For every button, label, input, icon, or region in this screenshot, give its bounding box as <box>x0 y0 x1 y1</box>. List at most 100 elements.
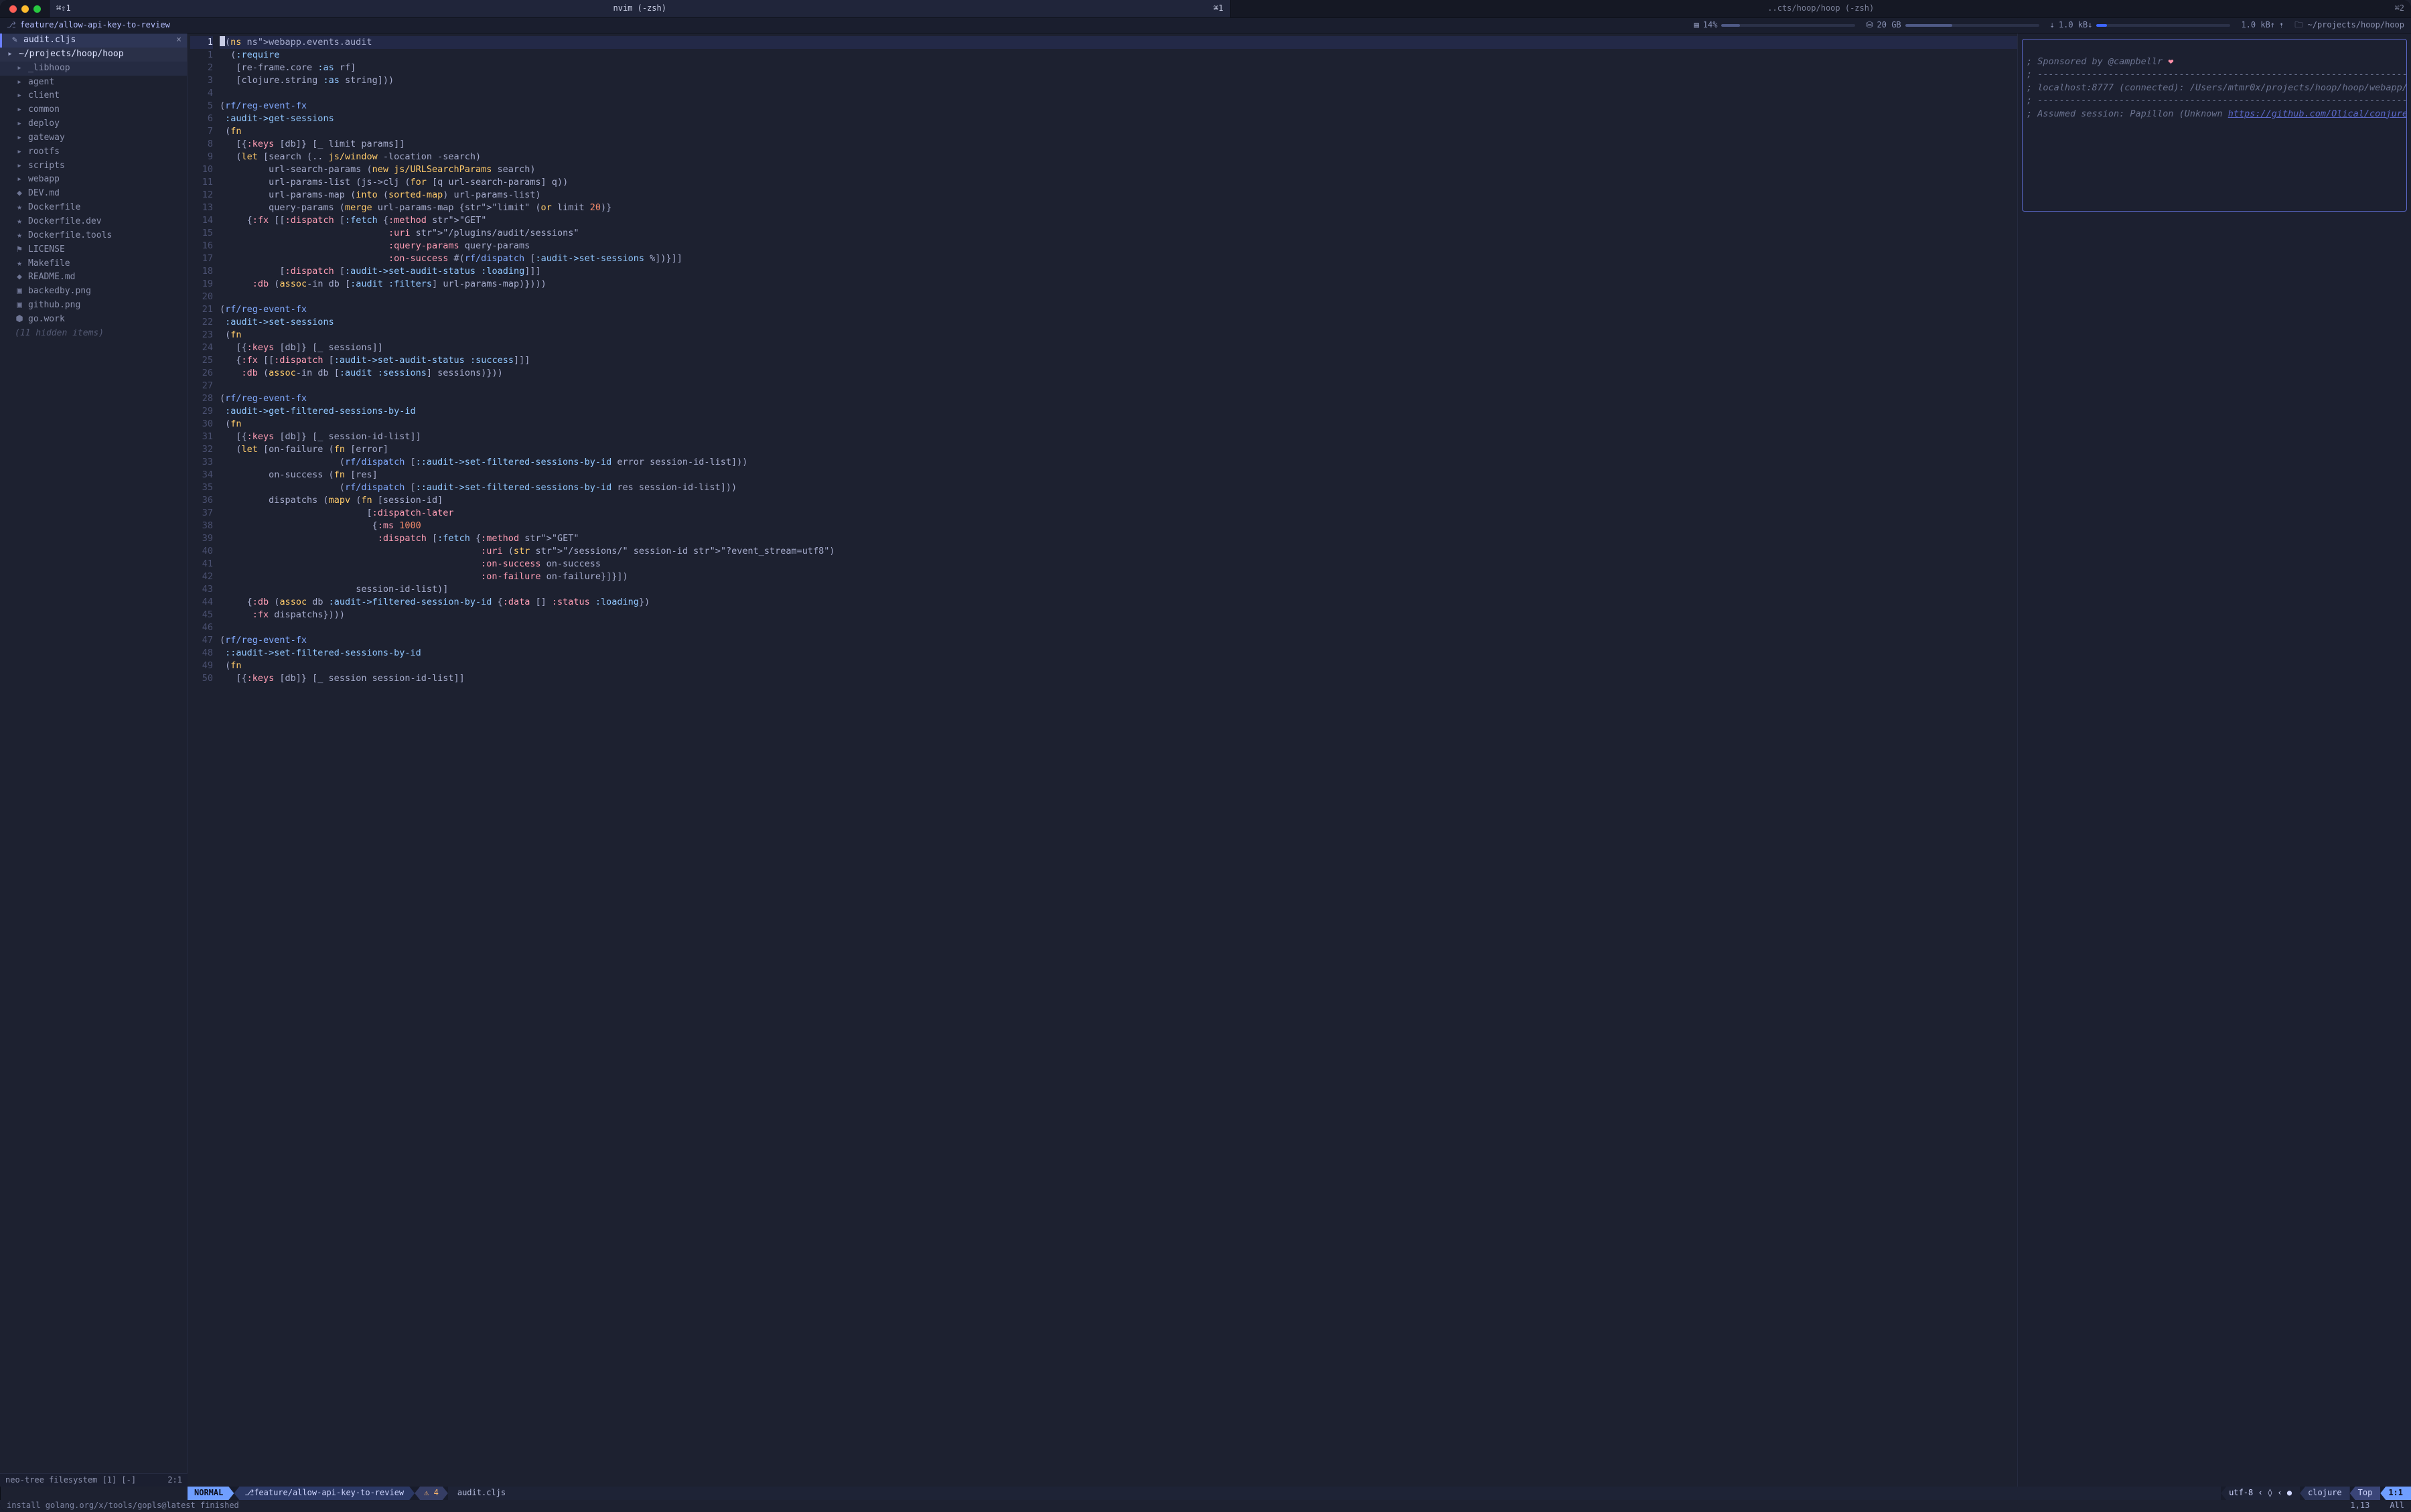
repl-pane[interactable]: ; Sponsored by @campbellr ❤ ; ----------… <box>2017 33 2411 1487</box>
tree-row[interactable]: ▸scripts <box>0 159 187 173</box>
mode-chip: NORMAL <box>188 1487 234 1500</box>
tree-row-icon: ▸ <box>15 146 24 159</box>
tree-row-label: backedby.png <box>28 285 91 298</box>
git-branch: ⎇ feature/allow-api-key-to-review <box>7 19 170 31</box>
tmux-tab-1[interactable]: ⌘⇧1 nvim (-zsh) ⌘1 <box>49 0 1230 17</box>
tree-row[interactable]: ★ Dockerfile <box>0 201 187 215</box>
branch-chip: ⎇ feature/allow-api-key-to-review <box>234 1487 415 1500</box>
diagnostics-chip: ⚠ 4 <box>415 1487 448 1500</box>
minimize-icon[interactable] <box>21 5 29 13</box>
tmux-tabbar: ⌘⇧1 nvim (-zsh) ⌘1 ..cts/hoop/hoop (-zsh… <box>0 0 2411 17</box>
tree-row[interactable]: ▸ _libhoop <box>0 62 187 76</box>
tab-title: nvim (-zsh) <box>613 3 666 14</box>
tree-row[interactable]: ◆README.md <box>0 271 187 285</box>
heart-icon: ❤ <box>2168 56 2173 67</box>
tree-row-label: LICENSE <box>28 244 65 256</box>
tree-row[interactable]: ▸agent <box>0 76 187 90</box>
tree-row-icon: ⬢ <box>15 313 24 326</box>
tree-row-label: ~/projects/hoop/hoop <box>19 48 124 61</box>
tree-row-icon: ★ <box>15 230 24 242</box>
zoom-icon[interactable] <box>33 5 41 13</box>
cwd-path: 🗀 ~/projects/hoop/hoop <box>2294 19 2404 31</box>
close-icon[interactable] <box>9 5 17 13</box>
tree-row-icon: ▸ <box>15 173 24 186</box>
tree-row[interactable]: ▸ deploy <box>0 117 187 131</box>
repl-link[interactable]: https://github.com/Olical/conjure/wiki/F… <box>2228 108 2407 119</box>
tree-row-label: _libhoop <box>28 62 70 75</box>
tree-row[interactable]: ⚑ LICENSE <box>0 243 187 257</box>
tree-row[interactable]: ▸ rootfs <box>0 145 187 159</box>
repl-output: ; Sponsored by @campbellr ❤ ; ----------… <box>2022 39 2407 212</box>
tree-row-label: client <box>28 90 60 102</box>
git-branch-icon: ⎇ <box>244 1487 254 1499</box>
lsp-chip: clojure <box>2300 1487 2350 1500</box>
tree-row[interactable]: ▣ github.png <box>0 299 187 313</box>
tree-row[interactable]: ✎ audit.cljs × <box>0 33 187 48</box>
cpu-icon: ▤ <box>1694 19 1699 31</box>
tree-row[interactable]: ★Makefile <box>0 257 187 271</box>
ruler-all: All <box>2390 1500 2404 1511</box>
file-tree[interactable]: ✎audit.cljs×▸~/projects/hoop/hoop▸_libho… <box>0 33 188 1487</box>
tab-shortcut-left: ⌘⇧1 <box>56 3 71 14</box>
position-chip: 1:1 <box>2380 1487 2411 1500</box>
mem-icon: ⛁ <box>1866 19 1873 31</box>
message-text: install golang.org/x/tools/gopls@latest … <box>7 1500 239 1511</box>
tree-row-icon: ▸ <box>5 48 15 61</box>
tree-row-icon: ▸ <box>15 90 24 102</box>
tree-row-label: deploy <box>28 118 60 131</box>
tree-row[interactable]: ⬢ go.work <box>0 313 187 327</box>
tab-shortcut-right: ⌘2 <box>2395 3 2404 14</box>
tree-row-icon: ▸ <box>15 118 24 131</box>
tree-row-label: Dockerfile <box>28 202 80 214</box>
tree-row[interactable]: ★ Dockerfile.tools <box>0 229 187 243</box>
tree-row[interactable]: ★Dockerfile.dev <box>0 215 187 229</box>
tree-row-label: audit.cljs <box>23 34 76 47</box>
tree-row-icon: ▸ <box>15 132 24 145</box>
tree-row[interactable]: ▸common <box>0 103 187 117</box>
filename-chip: audit.cljs <box>448 1487 2221 1500</box>
tree-row[interactable]: ◆ DEV.md <box>0 187 187 201</box>
nvim-statusline: NORMAL ⎇ feature/allow-api-key-to-review… <box>188 1487 2411 1500</box>
tree-row-icon: ▣ <box>15 299 24 312</box>
tree-row-label: gateway <box>28 132 65 145</box>
tree-row[interactable]: ▣ backedby.png <box>0 285 187 299</box>
tree-hidden-count: (11 hidden items) <box>0 327 187 341</box>
neo-tree-status-label: neo-tree filesystem [1] [-] <box>5 1475 136 1486</box>
tab-title: ..cts/hoop/hoop (-zsh) <box>1767 3 1874 14</box>
tree-row[interactable]: ▸ webapp <box>0 173 187 187</box>
tree-row-icon: ▸ <box>15 62 24 75</box>
tree-row-label: rootfs <box>28 146 60 159</box>
tree-row[interactable]: ▸ ~/projects/hoop/hoop <box>0 48 187 62</box>
window-traffic-lights <box>0 0 49 17</box>
tree-row-icon: ★ <box>15 216 24 228</box>
neo-tree-statusline: neo-tree filesystem [1] [-] 2:1 <box>0 1473 188 1487</box>
editor-pane[interactable]: 1123456789101112131415161718192021222324… <box>188 33 2017 1487</box>
scroll-chip: Top <box>2350 1487 2381 1500</box>
tree-row-icon: ◆ <box>15 187 24 200</box>
tree-row-icon: ▣ <box>15 285 24 298</box>
tree-row-label: webapp <box>28 173 60 186</box>
line-number-gutter: 1123456789101112131415161718192021222324… <box>188 33 220 1487</box>
tree-row-icon: ✎ <box>10 34 19 47</box>
git-branch-icon: ⎇ <box>7 19 16 31</box>
tmux-tab-2[interactable]: ..cts/hoop/hoop (-zsh) ⌘2 <box>1230 0 2411 17</box>
close-icon[interactable]: × <box>176 34 181 47</box>
resource-bar: ⎇ feature/allow-api-key-to-review ▤ 14% … <box>0 17 2411 33</box>
tree-row[interactable]: ▸ gateway <box>0 131 187 145</box>
cpu-meter: ▤ 14% <box>1694 19 1856 31</box>
folder-icon: 🗀 <box>2294 20 2307 29</box>
tree-row-icon: ▸ <box>15 160 24 173</box>
tree-row-label: DEV.md <box>28 187 60 200</box>
mem-meter: ⛁ 20 GB <box>1866 19 2039 31</box>
tree-row-label: go.work <box>28 313 65 326</box>
code-area[interactable]: (ns ns">webapp.events.audit (:require [r… <box>220 33 2017 1487</box>
tree-row-icon: ▸ <box>15 76 24 89</box>
tree-row-label: Dockerfile.tools <box>28 230 112 242</box>
tree-row-label: github.png <box>28 299 80 312</box>
cpu-value: 14% <box>1703 19 1718 31</box>
tree-row-icon: ★ <box>15 202 24 214</box>
neo-tree-cursor-pos: 2:1 <box>167 1475 182 1486</box>
tree-row-icon: ⚑ <box>15 244 24 256</box>
mem-value: 20 GB <box>1877 19 1901 31</box>
tree-row[interactable]: ▸ client <box>0 89 187 103</box>
